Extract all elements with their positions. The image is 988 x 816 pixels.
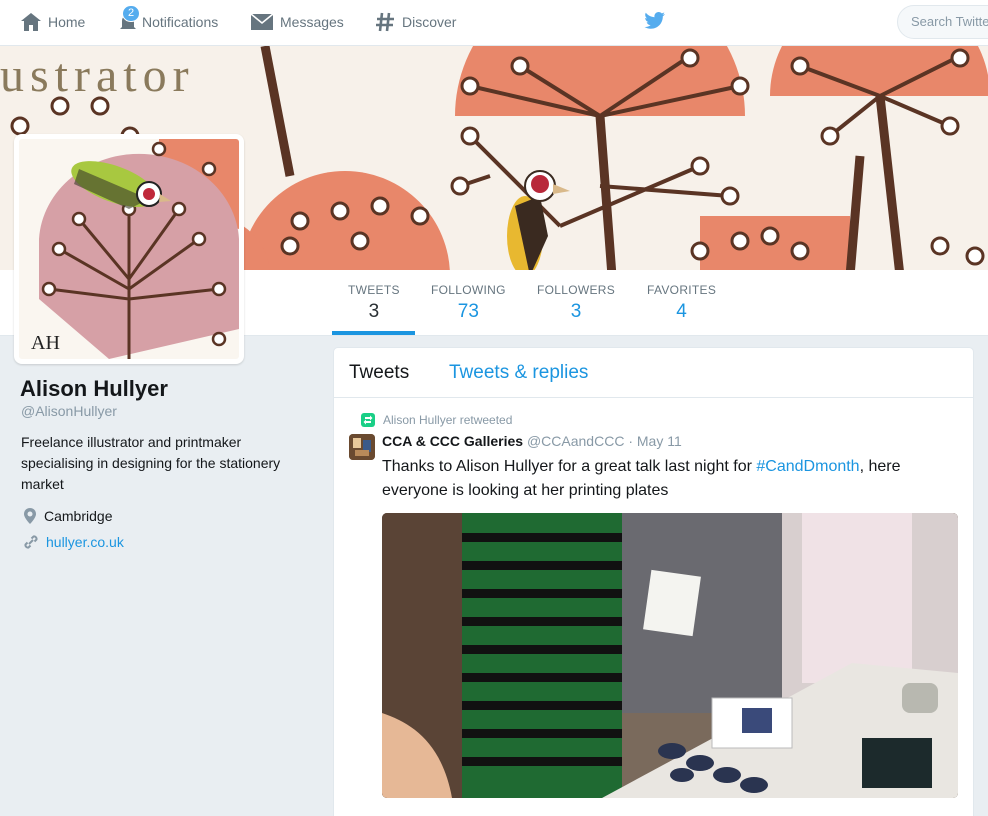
home-icon bbox=[21, 13, 41, 31]
tweet-header: CCA & CCC Galleries @CCAandCCC · May 11 bbox=[382, 433, 682, 449]
profile-location: Cambridge bbox=[23, 507, 112, 525]
tweet-hashtag-link[interactable]: #CandDmonth bbox=[756, 458, 859, 475]
twitter-bird-icon[interactable] bbox=[642, 11, 666, 32]
tweet-date[interactable]: May 11 bbox=[637, 433, 682, 449]
nav-messages-label: Messages bbox=[280, 14, 344, 30]
tweet-author-avatar[interactable] bbox=[349, 434, 375, 460]
profile-website[interactable]: hullyer.co.uk bbox=[23, 534, 124, 550]
avatar-monogram: AH bbox=[31, 332, 60, 354]
tweet-text-part1: Thanks to Alison Hullyer for a great tal… bbox=[382, 458, 757, 475]
link-icon bbox=[24, 535, 38, 549]
stat-following-label: FOLLOWING bbox=[431, 283, 506, 297]
profile-location-text: Cambridge bbox=[44, 508, 113, 524]
stat-favorites-value: 4 bbox=[676, 301, 687, 322]
nav-home-label: Home bbox=[48, 14, 86, 30]
profile-website-link[interactable]: hullyer.co.uk bbox=[46, 534, 124, 550]
active-stat-indicator bbox=[332, 331, 415, 335]
search-input[interactable]: Search Twitter bbox=[897, 5, 988, 39]
location-pin-icon bbox=[24, 508, 36, 524]
envelope-icon bbox=[250, 13, 274, 30]
tweet-timeline: Tweets Tweets & replies Alison Hullyer r… bbox=[333, 347, 974, 816]
timeline-tabs: Tweets Tweets & replies bbox=[334, 348, 973, 398]
retweet-context-text[interactable]: Alison Hullyer retweeted bbox=[383, 413, 512, 427]
nav-home[interactable]: Home bbox=[20, 0, 85, 44]
retweet-icon bbox=[361, 413, 375, 427]
profile-bio: Freelance illustrator and printmaker spe… bbox=[21, 434, 281, 492]
notifications-badge: 2 bbox=[122, 5, 141, 22]
stat-following-value: 73 bbox=[457, 301, 479, 322]
profile-avatar[interactable]: AH bbox=[14, 134, 244, 364]
stat-following[interactable]: FOLLOWING 73 bbox=[431, 283, 506, 323]
tweet-dot-separator: · bbox=[628, 433, 633, 449]
stat-followers-value: 3 bbox=[570, 301, 582, 322]
nav-notifications[interactable]: 2 Notifications bbox=[118, 0, 218, 44]
tab-tweets-and-replies[interactable]: Tweets & replies bbox=[449, 362, 588, 384]
top-navigation: Home 2 Notifications Messages Discover S… bbox=[0, 0, 988, 46]
tab-tweets[interactable]: Tweets bbox=[349, 362, 409, 384]
tweet-author-handle[interactable]: @CCAandCCC bbox=[527, 433, 624, 449]
profile-name[interactable]: Alison Hullyer bbox=[20, 376, 168, 402]
stat-tweets-label: TWEETS bbox=[348, 283, 400, 297]
tweet-photo-image bbox=[382, 513, 958, 798]
nav-discover-label: Discover bbox=[402, 14, 457, 30]
nav-messages[interactable]: Messages bbox=[250, 0, 344, 44]
nav-notifications-label: Notifications bbox=[142, 14, 219, 30]
stat-favorites[interactable]: FAVORITES 4 bbox=[647, 283, 716, 323]
avatar-illustration: AH bbox=[31, 139, 239, 359]
stat-tweets-value: 3 bbox=[368, 301, 380, 322]
nav-discover[interactable]: Discover bbox=[374, 0, 456, 44]
tweet-photo[interactable] bbox=[382, 513, 958, 798]
gallery-avatar-image bbox=[349, 434, 375, 460]
retweet-context: Alison Hullyer retweeted bbox=[361, 413, 512, 427]
hash-icon bbox=[376, 12, 394, 32]
stat-favorites-label: FAVORITES bbox=[647, 283, 717, 297]
tweet-author-name[interactable]: CCA & CCC Galleries bbox=[382, 433, 523, 449]
profile-handle[interactable]: @AlisonHullyer bbox=[21, 403, 117, 419]
stat-followers-label: FOLLOWERS bbox=[537, 283, 616, 297]
tweet-text: Thanks to Alison Hullyer for a great tal… bbox=[382, 455, 962, 503]
stat-followers[interactable]: FOLLOWERS 3 bbox=[537, 283, 615, 323]
stat-tweets[interactable]: TWEETS 3 bbox=[348, 283, 400, 323]
